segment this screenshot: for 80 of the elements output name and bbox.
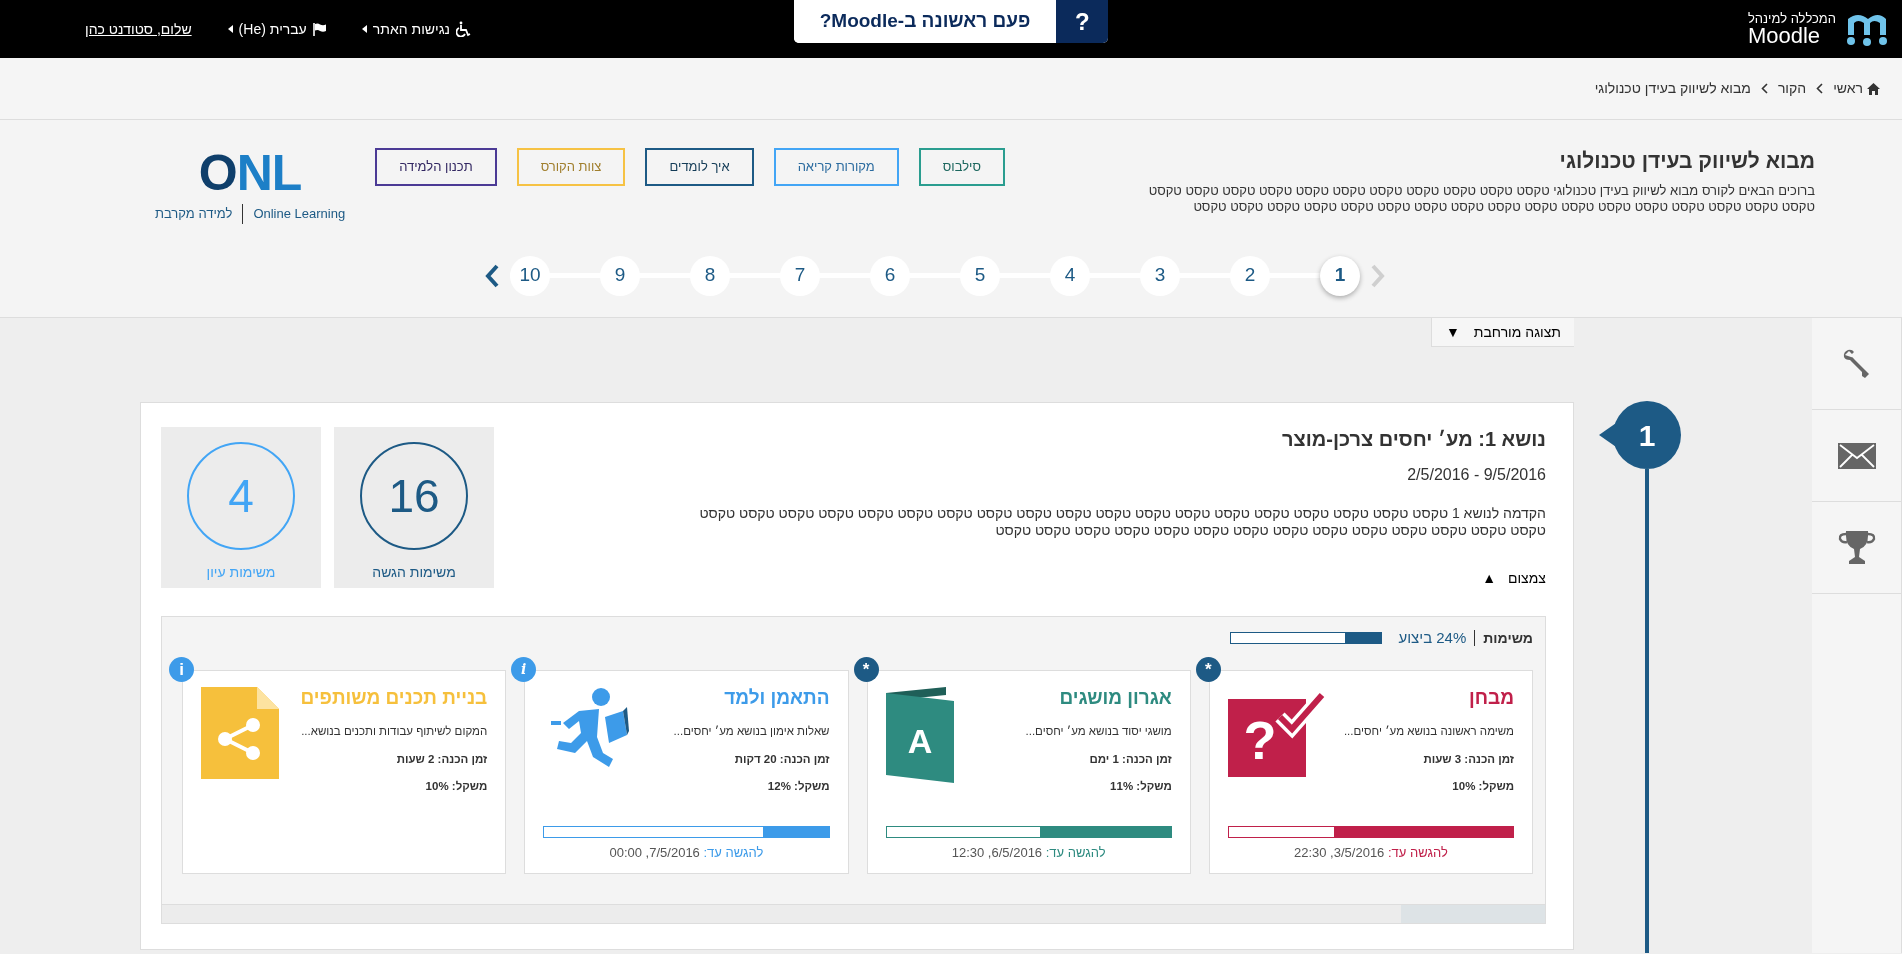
- help-button[interactable]: ? פעם ראשונה ב-Moodle?: [793, 0, 1109, 43]
- task-weight: משקל: 10%: [424, 778, 488, 794]
- due-date: 6/5/2016, 12:30: [951, 845, 1043, 860]
- task-weight: משקל: 12%: [766, 778, 830, 794]
- top-bar-link[interactable]: נגישות האתר: [361, 18, 472, 40]
- brand-name: Online Learning: [253, 205, 346, 223]
- task-prep-time: זמן הכנה: 1 ימם: [1088, 751, 1172, 767]
- task-badge: i: [169, 656, 194, 682]
- course-link-button[interactable]: תכנון הלמידה: [375, 148, 497, 186]
- due-label: להגשה עד:: [1387, 845, 1448, 860]
- topic-step[interactable]: 3: [1140, 255, 1180, 296]
- task-description: המקום לשיתוף עבודות ותכנים בנושא...: [300, 724, 488, 740]
- view-toggle[interactable]: תצוגה מורחבת ▼: [1430, 318, 1574, 347]
- task-badge: i: [511, 656, 537, 682]
- topic-step[interactable]: 8: [690, 255, 730, 296]
- topic-dates: 2/5/2016 - 9/5/2016: [1406, 465, 1546, 485]
- topic-step[interactable]: 1: [1320, 255, 1360, 296]
- task-weight: משקל: 11%: [1109, 778, 1172, 794]
- stat-count: 16: [360, 442, 468, 550]
- topic-step[interactable]: 10: [510, 255, 550, 296]
- trophy-icon: [1837, 529, 1876, 566]
- flag-icon: [312, 22, 326, 36]
- stat-label: משימות עיון: [206, 563, 276, 582]
- topic-step[interactable]: 9: [600, 255, 640, 296]
- task-weight: משקל: 10%: [1451, 778, 1514, 794]
- logo-subtitle: המכללה למינהל: [1747, 11, 1836, 25]
- chevron-icon: [1816, 83, 1824, 94]
- course-title: מבוא לשיווק בעידן טכנולוגי: [1558, 148, 1815, 174]
- wheelchair-icon: [456, 21, 472, 37]
- task-title: התאמן ולמד: [723, 686, 830, 710]
- scrollbar[interactable]: [162, 904, 1545, 923]
- topic-title: נושא 1: מע׳ יחסים צרכן-מוצר: [1281, 427, 1546, 451]
- topic-step[interactable]: 7: [780, 255, 820, 296]
- task-description: משימה ראשונה בנושא מע׳ יחסים...: [1342, 724, 1514, 740]
- caret-icon: [361, 25, 367, 33]
- chevron-icon: [1760, 83, 1768, 94]
- topic-step[interactable]: 2: [1230, 255, 1270, 296]
- due-label: להגשה עד:: [703, 845, 764, 860]
- topic-intro: הקדמה לנושא 1 טקסט טקסט טקסט טקסט טקסט טקסט טקסט טקסט טקסט טקסט טקסט טקסט טקסט טקסט טקסט טקסט טקסט טקסט טקסט טקסט טקסט טקסט טקסט טקסט טקסט טקסט טקסט טקסט טקסט טקסט טקסט טקסט טקסט: [698, 505, 1546, 539]
- breadcrumb-link[interactable]: ראשי: [1833, 78, 1880, 99]
- scrollbar-thumb[interactable]: [1401, 905, 1545, 923]
- course-description: ברוכים הבאים לקורס מבוא לשיווק בעידן טכנולוגי טקסט טקסט טקסט טקסט טקסט טקסט טקסט טקסט טקסט טקסט טקסט טקסט טקסט טקסט טקסט טקסט טקסט טקסט טקסט טקסט טקסט טקסט טקסט טקסט טקסט טקסט טקסט טקסט: [1147, 183, 1815, 216]
- course-link-button[interactable]: צוות הקורס: [516, 148, 626, 186]
- brand-tagline: למידה מקרבת: [155, 205, 233, 223]
- caret-icon: [227, 25, 233, 33]
- topic-step[interactable]: 6: [870, 255, 910, 296]
- brand-logo: ONL: [197, 148, 303, 198]
- breadcrumb-link[interactable]: מבוא לשיווק בעידן טכנולוגי: [1594, 78, 1751, 99]
- task-title: בניית תכנים משותפים: [299, 686, 488, 710]
- collapse-toggle[interactable]: צמצום ▲: [1482, 568, 1546, 589]
- user-link[interactable]: שלום, סטודנט כהן: [85, 18, 192, 40]
- stat-label: משימות הגשה: [372, 563, 456, 582]
- progress-label: 24% ביצוע: [1398, 628, 1467, 648]
- task-description: מושגי יסוד בנושא מע׳ יחסים...: [1024, 724, 1172, 740]
- task-card[interactable]: בניית תכנים משותפים המקום לשיתוף עבודות ותכנים בנושא... זמן הכנה: 2 שעות משקל: 10%: [182, 669, 507, 874]
- home-icon: [1867, 82, 1880, 95]
- top-bar-link[interactable]: עברית (He): [227, 18, 326, 40]
- shared-file-icon: [201, 686, 279, 779]
- task-title: אגרון מושגים: [1058, 686, 1172, 710]
- envelope-icon: [1837, 442, 1876, 469]
- task-badge: *: [853, 656, 879, 682]
- course-link-button[interactable]: סילבוס: [918, 148, 1005, 186]
- task-badge: *: [1195, 656, 1221, 682]
- stat-count: 4: [187, 442, 295, 550]
- task-prep-time: זמן הכנה: 20 דקות: [733, 751, 830, 767]
- wrench-icon: [1841, 348, 1872, 379]
- logo-title: Moodle: [1747, 24, 1821, 47]
- topic-step[interactable]: 5: [960, 255, 1000, 296]
- course-link-button[interactable]: איך לומדים: [645, 148, 754, 186]
- due-date: 7/5/2016, 00:00: [609, 845, 700, 860]
- tasks-heading: משימות: [1483, 628, 1533, 648]
- breadcrumb-link[interactable]: הקור: [1777, 78, 1807, 99]
- topic-step[interactable]: 4: [1050, 255, 1090, 296]
- course-link-button[interactable]: מקורות קריאה: [773, 148, 899, 186]
- task-title: מבחן: [1468, 686, 1514, 710]
- task-prep-time: זמן הכנה: 2 שעות: [395, 751, 488, 767]
- task-description: שאלות אימון בנושא מע׳ יחסים...: [672, 724, 830, 740]
- due-date: 3/5/2016, 22:30: [1293, 845, 1385, 860]
- task-prep-time: זמן הכנה: 3 שעות: [1422, 751, 1514, 767]
- due-label: להגשה עד:: [1045, 845, 1106, 860]
